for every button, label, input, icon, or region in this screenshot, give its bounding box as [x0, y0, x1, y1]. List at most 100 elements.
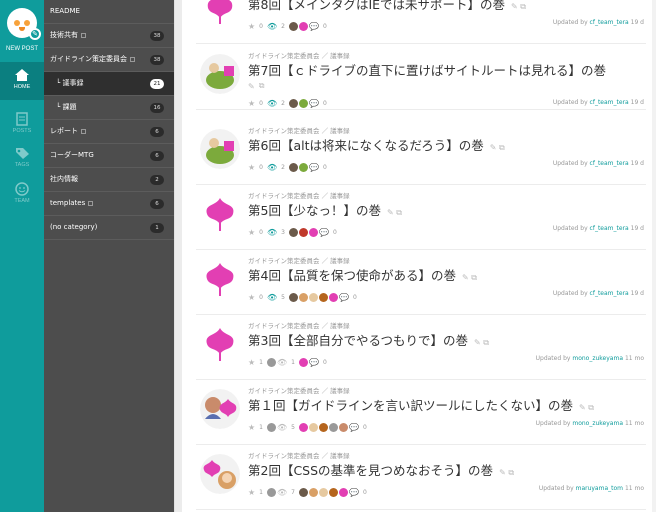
copy-icon[interactable]: ⧉ — [588, 403, 594, 412]
post-title-link[interactable]: 第2回【CSSの基準を見つめなおそう】の巻 ✎ ⧉ — [248, 460, 514, 479]
nav-posts[interactable]: POSTS — [0, 112, 44, 134]
post-title-link[interactable]: 第4回【品質を保つ使命がある】の巻 ✎ ⧉ — [248, 265, 477, 284]
star-icon[interactable]: ★ — [248, 22, 255, 31]
updater-link[interactable]: cf_team_tera — [590, 19, 629, 26]
avatar[interactable] — [200, 129, 240, 169]
comment-icon[interactable]: 💬 — [309, 163, 319, 172]
comment-count: 0 — [322, 164, 327, 171]
updater-link[interactable]: cf_team_tera — [590, 99, 629, 106]
comment-icon[interactable]: 💬 — [349, 488, 359, 497]
sidebar-item-issues[interactable]: └ 課題 16 — [44, 96, 174, 120]
scrollbar[interactable] — [652, 0, 656, 512]
edit-icon[interactable]: ✎ — [499, 468, 506, 477]
new-post-link[interactable]: NEW POST — [0, 46, 44, 52]
sidebar-item-minutes[interactable]: └ 議事録 21 — [44, 72, 174, 96]
copy-icon[interactable]: ⧉ — [483, 338, 489, 347]
post-title-link[interactable]: 第8回【メインタグはIEでは未サポート】の巻 ✎ ⧉ — [248, 0, 526, 13]
updated-prefix: Updated by — [552, 99, 588, 106]
sidebar-item-internal-info[interactable]: 社内情報 2 — [44, 168, 174, 192]
star-icon[interactable]: ★ — [248, 228, 255, 237]
star-icon[interactable]: ★ — [248, 99, 255, 108]
post-category[interactable]: ガイドライン策定委員会 ／ 議事録 — [248, 255, 350, 265]
copy-icon[interactable]: ⧉ — [396, 208, 402, 217]
smile-icon — [15, 182, 29, 196]
sidebar-item-coder-mtg[interactable]: コーダーMTG 6 — [44, 144, 174, 168]
view-count: 5 — [281, 294, 285, 301]
nav-tags[interactable]: TAGS — [0, 146, 44, 168]
edit-icon[interactable]: ✎ — [474, 338, 481, 347]
post-category[interactable]: ガイドライン策定委員会 ／ 議事録 — [248, 385, 350, 395]
edit-icon[interactable]: ✎ — [387, 208, 394, 217]
avatar[interactable] — [200, 0, 240, 28]
star-icon[interactable]: ★ — [248, 488, 255, 497]
post-title-link[interactable]: 第5回【少なっ！】の巻 ✎ ⧉ — [248, 200, 402, 219]
edit-icon[interactable]: ✎ — [511, 2, 518, 11]
updater-link[interactable]: mono_zukeyama — [572, 355, 623, 362]
post-item[interactable]: ガイドライン策定委員会 ／ 議事録 第１回【ガイドラインを言い訳ツールにしたくな… — [196, 379, 646, 445]
star-icon[interactable]: ★ — [248, 423, 255, 432]
tag-icon — [16, 148, 29, 159]
updated-ago: 19 d — [630, 160, 644, 167]
edit-icon[interactable]: ✎ — [490, 143, 497, 152]
post-item[interactable]: ガイドライン策定委員会 ／ 議事録 第3回【全部自分でやるつもりで】の巻 ✎ ⧉ … — [196, 314, 646, 380]
comment-icon[interactable]: 💬 — [309, 99, 319, 108]
post-item[interactable]: ガイドライン策定委員会 ／ 議事録 第2回【CSSの基準を見つめなおそう】の巻 ✎… — [196, 444, 646, 510]
post-title-link[interactable]: 第１回【ガイドラインを言い訳ツールにしたくない】の巻 ✎ ⧉ — [248, 395, 594, 414]
reader-avatar — [338, 488, 348, 497]
comment-icon[interactable]: 💬 — [349, 423, 359, 432]
updated-info: Updated by maruyama_tom 11 mo — [539, 485, 644, 492]
updater-link[interactable]: maruyama_tom — [576, 485, 623, 492]
updater-link[interactable]: cf_team_tera — [590, 160, 629, 167]
post-title-link[interactable]: 第6回【altは将来になくなるだろう】の巻 ✎ ⧉ — [248, 135, 505, 154]
comment-icon[interactable]: 💬 — [339, 293, 349, 302]
star-icon[interactable]: ★ — [248, 163, 255, 172]
avatar[interactable] — [200, 194, 240, 234]
sidebar-item-no-category[interactable]: (no category) 1 — [44, 216, 174, 240]
updater-link[interactable]: cf_team_tera — [590, 225, 629, 232]
post-item[interactable]: ガイドライン策定委員会 ／ 議事録 第6回【altは将来になくなるだろう】の巻 ✎… — [196, 119, 646, 185]
post-category[interactable]: ガイドライン策定委員会 ／ 議事録 — [248, 190, 350, 200]
sidebar-item-report[interactable]: レポート 6 — [44, 120, 174, 144]
edit-icon[interactable]: ✎ — [462, 273, 469, 282]
comment-icon[interactable]: 💬 — [309, 358, 319, 367]
star-icon[interactable]: ★ — [248, 358, 255, 367]
edit-icon[interactable]: ✎ — [248, 82, 255, 91]
post-category[interactable]: ガイドライン策定委員会 ／ 議事録 — [248, 320, 350, 330]
updater-link[interactable]: mono_zukeyama — [572, 420, 623, 427]
post-category[interactable]: ガイドライン策定委員会 ／ 議事録 — [248, 450, 350, 460]
copy-icon[interactable]: ⧉ — [471, 273, 477, 282]
avatar[interactable] — [200, 454, 240, 494]
comment-icon[interactable]: 💬 — [319, 228, 329, 237]
comment-icon[interactable]: 💬 — [309, 22, 319, 31]
post-item[interactable]: 第8回【メインタグはIEでは未サポート】の巻 ✎ ⧉ ★ 0 👁 2 💬 0 Updated… — [196, 0, 646, 44]
updated-prefix: Updated by — [552, 19, 588, 26]
post-category[interactable]: ガイドライン策定委員会 ／ 議事録 — [248, 125, 350, 135]
sidebar-item-tech-share[interactable]: 技術共有 38 — [44, 24, 174, 48]
nav-team[interactable]: TEAM — [0, 182, 44, 204]
copy-icon[interactable]: ⧉ — [520, 2, 526, 11]
post-title-link[interactable]: 第3回【全部自分でやるつもりで】の巻 ✎ ⧉ — [248, 330, 489, 349]
post-item[interactable]: ガイドライン策定委員会 ／ 議事録 第4回【品質を保つ使命がある】の巻 ✎ ⧉ ★… — [196, 249, 646, 315]
edit-icon[interactable]: ✎ — [579, 403, 586, 412]
sidebar-item-guideline-committee[interactable]: ガイドライン策定委員会 38 — [44, 48, 174, 72]
count-badge: 38 — [150, 55, 164, 65]
copy-icon[interactable]: ⧉ — [259, 81, 265, 91]
sidebar-item-templates[interactable]: templates 6 — [44, 192, 174, 216]
avatar[interactable] — [200, 259, 240, 299]
sidebar-gutter — [174, 0, 182, 512]
post-category[interactable]: ガイドライン策定委員会 ／ 議事録 — [248, 50, 350, 60]
post-title-link[interactable]: 第7回【ｃドライブの直下に置けばサイトルートは見れる】の巻 — [248, 60, 606, 79]
nav-home[interactable]: HOME — [0, 62, 44, 100]
post-item[interactable]: ガイドライン策定委員会 ／ 議事録 第5回【少なっ！】の巻 ✎ ⧉ ★ 0 👁 3 💬 0 … — [196, 184, 646, 250]
star-icon[interactable]: ★ — [248, 293, 255, 302]
copy-icon[interactable]: ⧉ — [508, 468, 514, 477]
avatar[interactable] — [200, 324, 240, 364]
copy-icon[interactable]: ⧉ — [499, 143, 505, 152]
pencil-icon[interactable]: ✎ — [29, 28, 41, 40]
avatar[interactable] — [200, 54, 240, 94]
updater-link[interactable]: cf_team_tera — [590, 290, 629, 297]
sidebar-item-readme[interactable]: README — [44, 0, 174, 24]
post-item[interactable]: ガイドライン策定委員会 ／ 議事録 第7回【ｃドライブの直下に置けばサイトルート… — [196, 44, 646, 110]
avatar[interactable] — [200, 389, 240, 429]
sidebar-item-label: コーダーMTG — [50, 151, 94, 159]
